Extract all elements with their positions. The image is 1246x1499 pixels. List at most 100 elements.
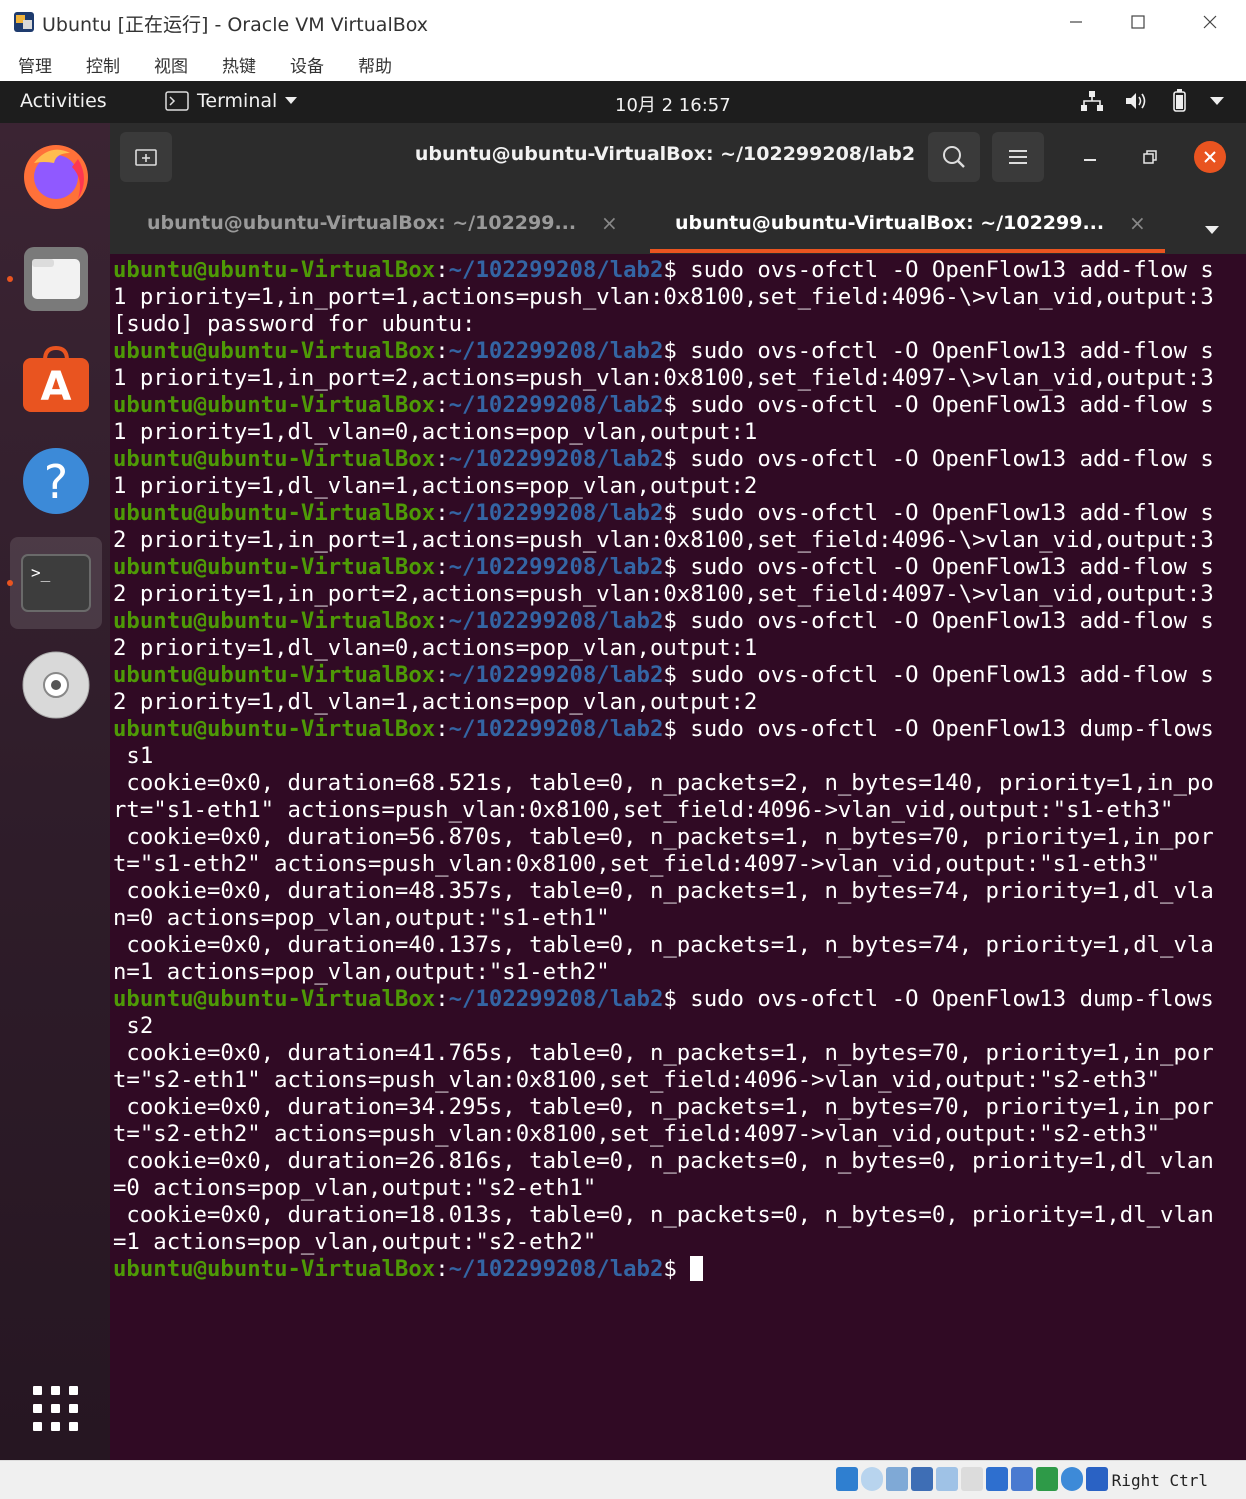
- output-text: 1 priority=1,in_port=2,actions=push_vlan…: [113, 365, 1214, 391]
- output-text: 2 priority=1,in_port=1,actions=push_vlan…: [113, 527, 1214, 553]
- terminal-line: 1 priority=1,in_port=2,actions=push_vlan…: [113, 365, 1236, 392]
- active-tab-indicator: [650, 249, 1165, 253]
- video-capture-icon[interactable]: [1011, 1467, 1033, 1491]
- close-button[interactable]: [1188, 6, 1232, 38]
- terminal-output[interactable]: ubuntu@ubuntu-VirtualBox:~/102299208/lab…: [110, 254, 1236, 1460]
- prompt-separator: :: [435, 500, 449, 526]
- usb-icon[interactable]: [936, 1467, 958, 1491]
- dock-firefox[interactable]: [10, 129, 102, 221]
- output-text: cookie=0x0, duration=34.295s, table=0, n…: [113, 1094, 1214, 1120]
- app-menu-terminal[interactable]: Terminal: [165, 90, 298, 112]
- hard-disk-icon[interactable]: [836, 1467, 858, 1491]
- prompt-path: ~/102299208/lab2: [448, 716, 664, 742]
- terminal-line: ubuntu@ubuntu-VirtualBox:~/102299208/lab…: [113, 716, 1236, 743]
- menu-help[interactable]: 帮助: [358, 52, 392, 77]
- prompt-path: ~/102299208/lab2: [448, 257, 664, 283]
- prompt-separator: :: [435, 338, 449, 364]
- terminal-scrollbar[interactable]: [1236, 254, 1246, 1460]
- output-text: cookie=0x0, duration=18.013s, table=0, n…: [113, 1202, 1214, 1228]
- prompt-separator: :: [435, 608, 449, 634]
- guest-additions-icon[interactable]: [1061, 1467, 1083, 1491]
- dock-help[interactable]: ?: [10, 435, 102, 527]
- prompt-dollar: $: [663, 986, 677, 1012]
- terminal-restore-button[interactable]: [1135, 145, 1165, 169]
- command-text: sudo ovs-ofctl -O OpenFlow13 add-flow s: [676, 338, 1214, 364]
- restore-icon: [1143, 150, 1157, 164]
- prompt-user: ubuntu@ubuntu-VirtualBox: [113, 1256, 436, 1282]
- terminal-line: ubuntu@ubuntu-VirtualBox:~/102299208/lab…: [113, 986, 1236, 1013]
- menu-control[interactable]: 控制: [86, 52, 120, 77]
- prompt-path: ~/102299208/lab2: [448, 554, 664, 580]
- menu-manage[interactable]: 管理: [18, 52, 52, 77]
- terminal-line: 2 priority=1,in_port=2,actions=push_vlan…: [113, 581, 1236, 608]
- terminal-line: 1 priority=1,in_port=1,actions=push_vlan…: [113, 284, 1236, 311]
- terminal-line: n=1 actions=pop_vlan,output:"s1-eth2": [113, 959, 1236, 986]
- software-store-icon: A: [23, 345, 89, 412]
- prompt-user: ubuntu@ubuntu-VirtualBox: [113, 716, 436, 742]
- prompt-dollar: $: [663, 338, 677, 364]
- terminal-line: s2: [113, 1013, 1236, 1040]
- keyboard-capture-icon[interactable]: [1086, 1467, 1108, 1491]
- terminal-line: ubuntu@ubuntu-VirtualBox:~/102299208/lab…: [113, 338, 1236, 365]
- prompt-separator: :: [435, 554, 449, 580]
- terminal-line: n=0 actions=pop_vlan,output:"s1-eth1": [113, 905, 1236, 932]
- menu-hotkeys[interactable]: 热键: [222, 52, 256, 77]
- prompt-separator: :: [435, 1256, 449, 1282]
- terminal-close-button[interactable]: [1194, 141, 1226, 173]
- terminal-line: cookie=0x0, duration=34.295s, table=0, n…: [113, 1094, 1236, 1121]
- hamburger-icon: [1009, 150, 1027, 164]
- prompt-dollar: $: [663, 500, 677, 526]
- vbox-menu-bar: 管理 控制 视图 热键 设备 帮助: [0, 44, 1246, 81]
- audio-icon[interactable]: [886, 1467, 908, 1491]
- minimize-icon: [1084, 159, 1096, 161]
- terminal-title: ubuntu@ubuntu-VirtualBox: ~/102299208/la…: [414, 143, 916, 165]
- shared-folders-icon[interactable]: [961, 1467, 983, 1491]
- output-text: cookie=0x0, duration=48.357s, table=0, n…: [113, 878, 1214, 904]
- tab-close-icon[interactable]: ×: [1129, 211, 1146, 235]
- optical-drive-icon[interactable]: [861, 1467, 883, 1491]
- tab-2[interactable]: ubuntu@ubuntu-VirtualBox: ~/102299... ×: [675, 191, 1155, 254]
- search-button[interactable]: [928, 132, 980, 182]
- terminal-line: cookie=0x0, duration=48.357s, table=0, n…: [113, 878, 1236, 905]
- dock-dvd[interactable]: [10, 639, 102, 731]
- prompt-user: ubuntu@ubuntu-VirtualBox: [113, 392, 436, 418]
- output-text: t="s2-eth2" actions=push_vlan:0x8100,set…: [113, 1121, 1161, 1147]
- search-icon: [943, 146, 965, 168]
- tab-1[interactable]: ubuntu@ubuntu-VirtualBox: ~/102299... ×: [147, 191, 637, 254]
- status-icons: [836, 1467, 1108, 1491]
- svg-text:?: ?: [44, 455, 68, 509]
- terminal-line: ubuntu@ubuntu-VirtualBox:~/102299208/lab…: [113, 608, 1236, 635]
- activities-button[interactable]: Activities: [20, 90, 107, 112]
- menu-view[interactable]: 视图: [154, 52, 188, 77]
- minimize-button[interactable]: [1054, 6, 1098, 38]
- dock-terminal[interactable]: >_: [10, 537, 102, 629]
- terminal-line: ubuntu@ubuntu-VirtualBox:~/102299208/lab…: [113, 446, 1236, 473]
- cpu-activity-icon[interactable]: [1036, 1467, 1058, 1491]
- prompt-path: ~/102299208/lab2: [448, 1256, 664, 1282]
- terminal-header-bar: ubuntu@ubuntu-VirtualBox: ~/102299208/la…: [110, 123, 1246, 191]
- terminal-line: =1 actions=pop_vlan,output:"s2-eth2": [113, 1229, 1236, 1256]
- output-text: n=1 actions=pop_vlan,output:"s1-eth2": [113, 959, 610, 985]
- firefox-icon: [24, 145, 88, 209]
- dock-files[interactable]: [10, 233, 102, 325]
- terminal-line: t="s2-eth1" actions=push_vlan:0x8100,set…: [113, 1067, 1236, 1094]
- chevron-down-icon: [285, 97, 298, 104]
- display-icon[interactable]: [986, 1467, 1008, 1491]
- show-applications-button[interactable]: [10, 1363, 102, 1455]
- terminal-minimize-button[interactable]: [1075, 145, 1105, 169]
- clock[interactable]: 10月 2 16:57: [615, 91, 731, 117]
- prompt-dollar: $: [663, 257, 677, 283]
- menu-devices[interactable]: 设备: [290, 52, 324, 77]
- system-tray[interactable]: [1080, 89, 1224, 113]
- tab-close-icon[interactable]: ×: [601, 211, 618, 235]
- maximize-button[interactable]: [1116, 6, 1160, 38]
- network-adapter-icon[interactable]: [911, 1467, 933, 1491]
- prompt-separator: :: [435, 446, 449, 472]
- dock-ubuntu-software[interactable]: A: [10, 333, 102, 425]
- hamburger-menu-button[interactable]: [992, 132, 1044, 182]
- command-text: sudo ovs-ofctl -O OpenFlow13 add-flow s: [676, 257, 1214, 283]
- tab-list-button[interactable]: [1205, 219, 1219, 238]
- prompt-user: ubuntu@ubuntu-VirtualBox: [113, 338, 436, 364]
- files-icon: [24, 247, 88, 311]
- maximize-icon: [1131, 15, 1145, 29]
